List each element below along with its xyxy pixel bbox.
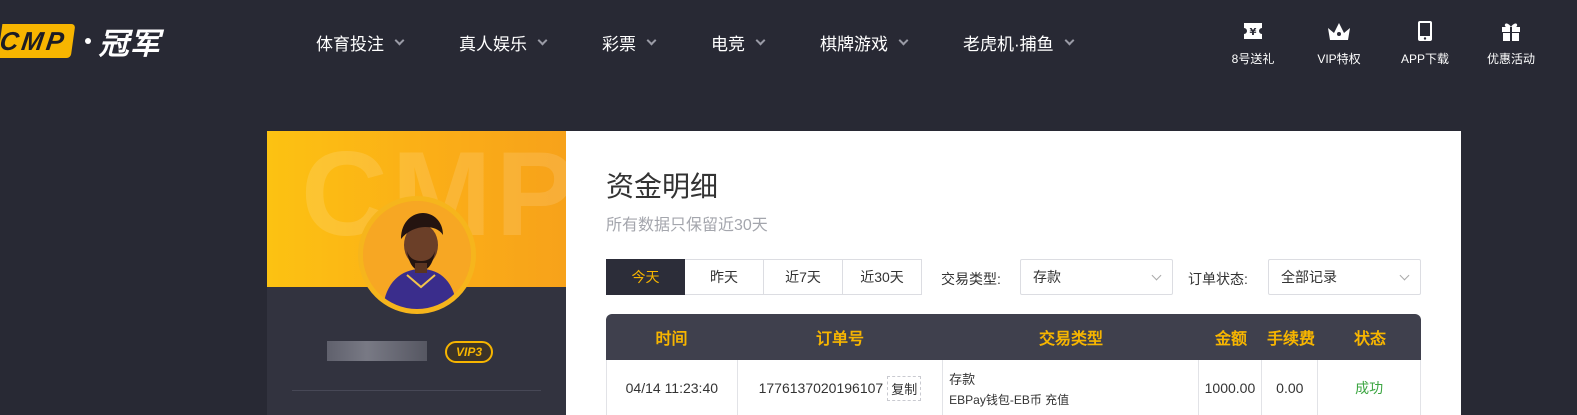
tool-label: 8号送礼	[1231, 52, 1275, 66]
gift-icon	[1500, 18, 1522, 44]
vip-badge: VIP3	[445, 341, 493, 363]
chevron-down-icon	[1064, 35, 1075, 45]
chevron-down-icon	[898, 35, 909, 45]
tab-last-30-days[interactable]: 近30天	[843, 259, 922, 295]
trade-type-select[interactable]: 存款	[1020, 259, 1173, 295]
tool-label: 优惠活动	[1486, 52, 1535, 66]
nav-label: 棋牌游戏	[820, 34, 888, 54]
trade-type-value: 存款	[1033, 269, 1061, 285]
username-masked	[327, 341, 427, 361]
nav-slots-fishing[interactable]: 老虎机·捕鱼	[963, 30, 1075, 55]
cell-trade-type: 存款 EBPay钱包-EB币 充值	[943, 360, 1199, 415]
logo-letters: CMP	[0, 24, 76, 58]
order-number: 1776137020196107	[758, 380, 884, 396]
nav-esports[interactable]: 电竞	[711, 30, 766, 55]
col-status: 状态	[1353, 331, 1386, 348]
transactions-table: 时间 订单号 交易类型 金额 手续费 状态 04/14 11:23:40 177…	[606, 314, 1421, 415]
chevron-down-icon	[537, 35, 548, 45]
tab-today[interactable]: 今天	[606, 259, 685, 295]
nav-label: 体育投注	[316, 34, 384, 54]
chevron-down-icon	[755, 35, 766, 45]
avatar-image	[363, 201, 471, 309]
tool-label: APP下载	[1400, 52, 1449, 66]
status-badge: 成功	[1355, 380, 1384, 396]
logo-name: 冠军	[98, 28, 161, 61]
chevron-down-icon	[394, 35, 405, 45]
nav-label: 电竞	[711, 34, 745, 54]
col-trade-type: 交易类型	[1038, 331, 1103, 348]
tool-app-download[interactable]: APP下载	[1382, 18, 1468, 67]
trade-type-label: 交易类型:	[941, 271, 1001, 287]
nav-label: 真人娱乐	[459, 34, 527, 54]
tab-last-7-days[interactable]: 近7天	[764, 259, 843, 295]
table-row: 04/14 11:23:40 1776137020196107 复制 存款 EB…	[606, 360, 1421, 415]
cell-amount: 1000.00	[1199, 360, 1263, 415]
date-range-tabs: 今天 昨天 近7天 近30天	[606, 259, 922, 295]
brand-logo[interactable]: CMP 冠军	[0, 22, 161, 61]
page-title: 资金明细	[606, 171, 719, 202]
trade-type: 存款	[949, 371, 976, 387]
col-time: 时间	[655, 331, 688, 348]
copy-button[interactable]: 复制	[887, 375, 922, 401]
tool-vip[interactable]: VIP特权	[1296, 18, 1382, 67]
cell-time: 04/14 11:23:40	[607, 360, 738, 415]
crown-icon	[1326, 18, 1352, 44]
nav-sports[interactable]: 体育投注	[316, 30, 405, 55]
top-header: CMP 冠军 体育投注 真人娱乐 彩票 电竞 棋牌游戏 老虎机·捕鱼 ¥ 8号送…	[0, 0, 1577, 84]
tool-promotions[interactable]: 优惠活动	[1468, 18, 1554, 67]
trade-type-detail: EBPay钱包-EB币 充值	[949, 392, 1070, 407]
fund-details-panel: 资金明细 所有数据只保留近30天 今天 昨天 近7天 近30天 交易类型: 存款…	[566, 131, 1461, 415]
profile-panel: CMP VIP3	[267, 131, 566, 415]
order-status-value: 全部记录	[1281, 269, 1337, 285]
cell-order-no: 1776137020196107 复制	[738, 360, 944, 415]
tool-label: VIP特权	[1317, 52, 1361, 66]
order-status-select[interactable]: 全部记录	[1268, 259, 1421, 295]
table-header: 时间 订单号 交易类型 金额 手续费 状态	[606, 314, 1421, 360]
nav-label: 彩票	[602, 34, 636, 54]
avatar[interactable]	[358, 196, 476, 314]
divider	[292, 390, 541, 391]
nav-label: 老虎机·捕鱼	[963, 34, 1054, 54]
logo-dot	[84, 38, 91, 44]
nav-card-games[interactable]: 棋牌游戏	[820, 30, 909, 55]
col-amount: 金额	[1214, 331, 1247, 348]
order-status-label: 订单状态:	[1188, 271, 1248, 287]
chevron-down-icon	[646, 35, 657, 45]
cell-fee: 0.00	[1262, 360, 1319, 415]
nav-lottery[interactable]: 彩票	[602, 30, 657, 55]
phone-icon	[1417, 18, 1433, 44]
main-nav: 体育投注 真人娱乐 彩票 电竞 棋牌游戏 老虎机·捕鱼	[316, 0, 1129, 84]
chevron-down-icon	[1151, 270, 1162, 281]
chevron-down-icon	[1399, 270, 1410, 281]
header-tools: ¥ 8号送礼 VIP特权 APP下载 优惠活动	[1210, 18, 1554, 67]
tab-yesterday[interactable]: 昨天	[685, 259, 764, 295]
svg-text:¥: ¥	[1250, 27, 1257, 38]
ticket-icon: ¥	[1242, 18, 1264, 44]
page-subtitle: 所有数据只保留近30天	[606, 217, 768, 234]
tool-gift-8th[interactable]: ¥ 8号送礼	[1210, 18, 1296, 67]
nav-live-casino[interactable]: 真人娱乐	[459, 30, 548, 55]
col-order-no: 订单号	[815, 331, 864, 348]
cell-status: 成功	[1318, 360, 1420, 415]
col-fee: 手续费	[1266, 331, 1315, 348]
